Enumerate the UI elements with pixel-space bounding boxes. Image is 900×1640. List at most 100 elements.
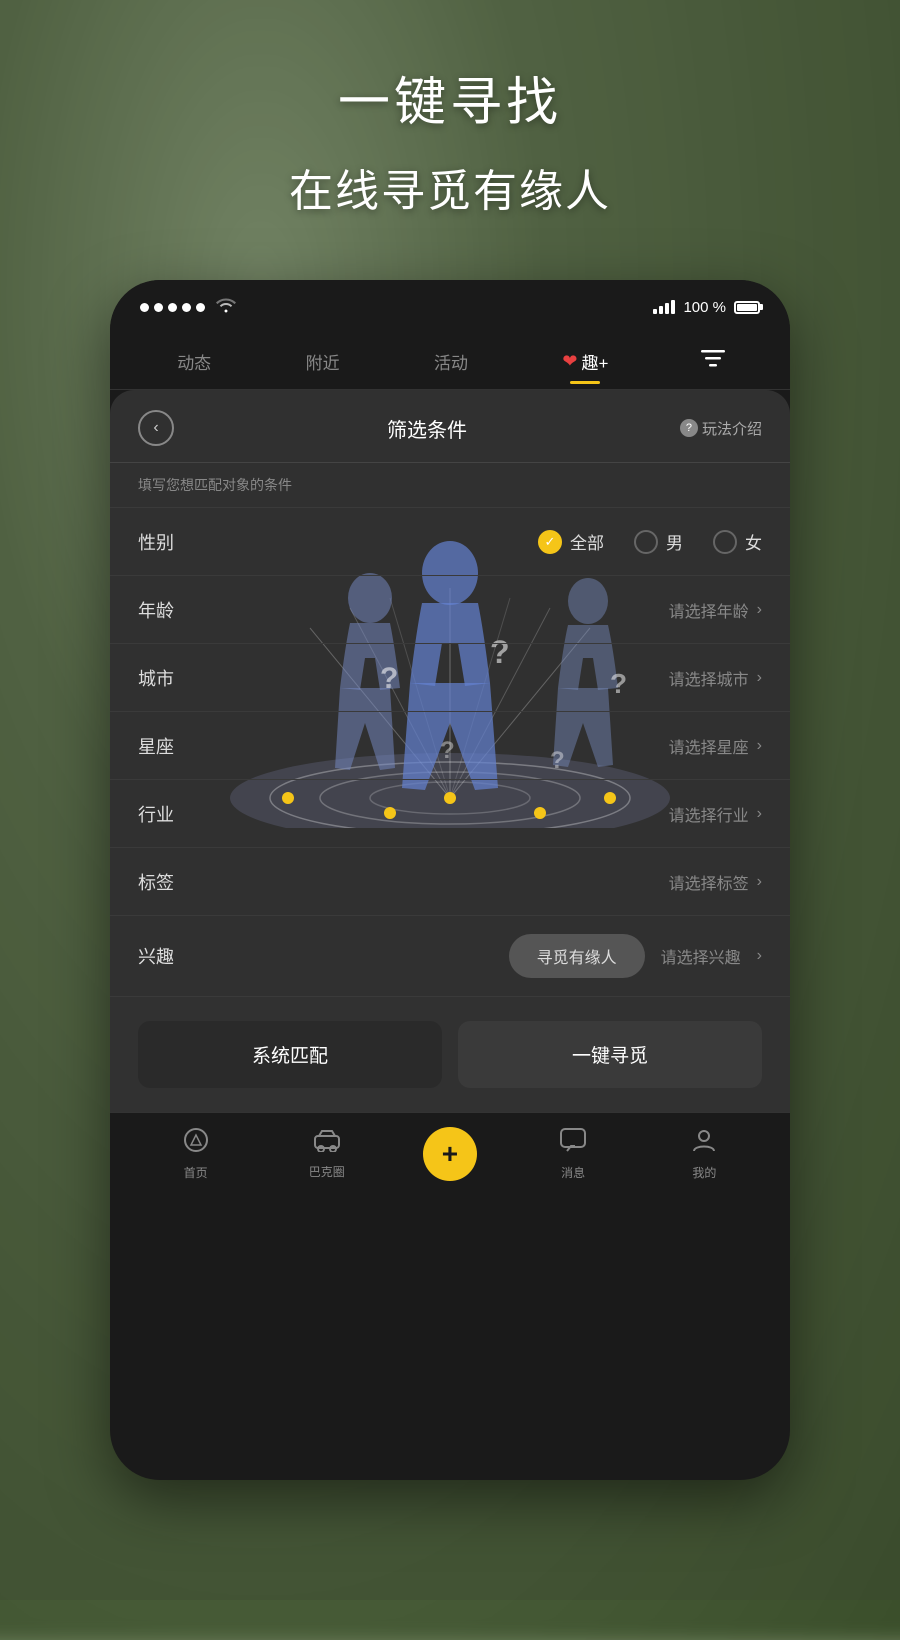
industry-placeholder: 请选择行业 [669,802,749,826]
filter-rows: 性别 ✓ 全部 男 [110,508,790,997]
age-label: 年龄 [138,597,198,623]
status-right: 100 % [653,299,760,316]
status-bar: 100 % [110,280,790,334]
gender-option-female[interactable]: 女 [713,529,762,554]
interest-button[interactable]: 寻觅有缘人 [509,934,645,978]
one-key-search-button[interactable]: 一键寻觅 [458,1021,762,1088]
home-label: 首页 [184,1164,208,1181]
message-icon [559,1127,587,1160]
radio-female [713,530,737,554]
industry-value: 请选择行业 › [669,802,762,826]
help-icon: ? [680,419,698,437]
radio-all: ✓ [538,530,562,554]
tab-qu-label: 趣+ [581,349,608,374]
interest-label: 兴趣 [138,943,198,969]
mine-label: 我的 [692,1164,716,1181]
gender-male-label: 男 [666,529,683,554]
tags-label: 标签 [138,869,198,895]
tab-qu-special: ❤ 趣+ [562,349,608,374]
gender-option-male[interactable]: 男 [634,529,683,554]
signal-bar-2 [659,306,663,314]
age-chevron: › [757,601,762,619]
signal-bars [653,300,675,314]
gender-options: ✓ 全部 男 女 [538,529,762,554]
back-icon: ‹ [153,419,158,437]
filter-content: ? ? ? ? ? 性别 [110,508,790,997]
filter-row-zodiac[interactable]: 星座 请选择星座 › [110,712,790,780]
nav-bake[interactable]: 巴克圈 [292,1128,362,1180]
industry-label: 行业 [138,801,198,827]
filter-row-gender: 性别 ✓ 全部 男 [110,508,790,576]
message-label: 消息 [561,1164,585,1181]
check-icon: ✓ [545,534,556,550]
nav-home[interactable]: 首页 [161,1127,231,1181]
filter-row-tags[interactable]: 标签 请选择标签 › [110,848,790,916]
home-icon [183,1127,209,1160]
bake-label: 巴克圈 [309,1163,345,1180]
radio-male [634,530,658,554]
zodiac-value: 请选择星座 › [669,734,762,758]
system-match-button[interactable]: 系统匹配 [138,1021,442,1088]
plus-icon: + [442,1138,458,1170]
action-buttons: 系统匹配 一键寻觅 [110,997,790,1112]
hero-text: 一键寻找 在线寻觅有缘人 [0,60,900,219]
nav-add-button[interactable]: + [423,1127,477,1181]
status-left [140,297,237,318]
sub-header: 填写您想匹配对象的条件 [110,463,790,508]
battery-icon [734,301,760,314]
tab-huodong[interactable]: 活动 [422,341,480,382]
interest-placeholder: 请选择兴趣 [661,944,741,968]
zodiac-placeholder: 请选择星座 [669,734,749,758]
heart-icon: ❤ [562,351,577,372]
tab-dongtai[interactable]: 动态 [165,341,223,382]
wifi-icon [215,297,237,318]
back-button[interactable]: ‹ [138,410,174,446]
filter-row-city[interactable]: 城市 请选择城市 › [110,644,790,712]
battery-percent: 100 % [683,299,726,316]
filter-row-industry[interactable]: 行业 请选择行业 › [110,780,790,848]
gender-option-all[interactable]: ✓ 全部 [538,529,604,554]
dot-5 [196,303,205,312]
city-label: 城市 [138,665,198,691]
help-label: 玩法介绍 [702,418,762,439]
age-value: 请选择年龄 › [669,598,762,622]
filter-button[interactable] [691,342,735,382]
person-icon [691,1127,717,1160]
tags-value: 请选择标签 › [669,870,762,894]
hero-line1: 一键寻找 [0,60,900,135]
modal-title: 筛选条件 [387,414,467,443]
phone-frame: 100 % 动态 附近 活动 ❤ 趣+ ‹ [110,280,790,1480]
zodiac-label: 星座 [138,733,198,759]
tags-chevron: › [757,873,762,891]
tab-fujin[interactable]: 附近 [294,341,352,382]
signal-bar-4 [671,300,675,314]
dot-2 [154,303,163,312]
signal-bar-3 [665,303,669,314]
dot-3 [168,303,177,312]
filter-row-interest: 兴趣 寻觅有缘人 请选择兴趣 › [110,916,790,997]
industry-chevron: › [757,805,762,823]
city-value: 请选择城市 › [669,666,762,690]
bottom-nav: 首页 巴克圈 + [110,1112,790,1202]
city-chevron: › [757,669,762,687]
gender-female-label: 女 [745,529,762,554]
signal-dots [140,303,205,312]
gender-all-label: 全部 [570,529,604,554]
nav-mine[interactable]: 我的 [669,1127,739,1181]
zodiac-chevron: › [757,737,762,755]
modal-header: ‹ 筛选条件 ? 玩法介绍 [110,390,790,463]
dot-4 [182,303,191,312]
help-link[interactable]: ? 玩法介绍 [680,418,762,439]
city-placeholder: 请选择城市 [669,666,749,690]
signal-bar-1 [653,309,657,314]
filter-row-age[interactable]: 年龄 请选择年龄 › [110,576,790,644]
hero-line2: 在线寻觅有缘人 [0,155,900,219]
nav-message[interactable]: 消息 [538,1127,608,1181]
interest-chevron: › [757,947,762,965]
tab-qu[interactable]: ❤ 趣+ [550,341,620,382]
nav-tabs: 动态 附近 活动 ❤ 趣+ [110,334,790,390]
tags-placeholder: 请选择标签 [669,870,749,894]
battery-fill [737,304,757,311]
car-icon [313,1128,341,1159]
interest-value: 寻觅有缘人 请选择兴趣 › [509,934,762,978]
